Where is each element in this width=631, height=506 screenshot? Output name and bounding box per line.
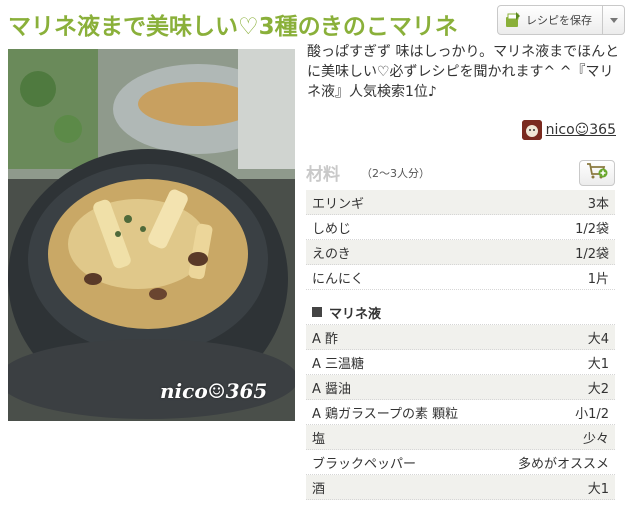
ingredient-name: 酒 [312, 481, 326, 497]
marinade-section-header: マリネ液 [306, 300, 615, 325]
ingredient-amount: 1/2袋 [575, 221, 609, 237]
ingredient-name: A 鶏ガラスープの素 顆粒 [312, 406, 459, 422]
ingredient-name: A 醤油 [312, 381, 352, 397]
main-ingredients-list: エリンギ 3本 しめじ 1/2袋 えのき 1/2袋 にんにく 1片 [306, 190, 615, 290]
ingredient-row: A 醤油 大2 [306, 375, 615, 400]
save-icon [504, 11, 522, 29]
ingredient-name: A 酢 [312, 331, 339, 347]
save-recipe-button[interactable]: レシピを保存 [498, 6, 602, 34]
ingredient-amount: 1片 [587, 271, 609, 287]
ingredient-row: 酒 大1 [306, 475, 615, 500]
ingredient-name: 塩 [312, 431, 326, 447]
author-link[interactable]: nico☺365 [521, 120, 616, 140]
ingredient-row: えのき 1/2袋 [306, 240, 615, 265]
chevron-down-icon [609, 17, 618, 23]
shopping-cart-icon [586, 162, 608, 184]
ingredient-row: A 鶏ガラスープの素 顆粒 小1/2 [306, 400, 615, 425]
author-name: nico☺365 [545, 122, 616, 138]
ingredient-amount: 大4 [587, 331, 609, 347]
ingredient-row: A 三温糖 大1 [306, 350, 615, 375]
ingredient-row: しめじ 1/2袋 [306, 215, 615, 240]
ingredient-name: しめじ [312, 221, 352, 237]
ingredients-title: 材料 [306, 165, 340, 185]
ingredient-amount: 小1/2 [575, 406, 609, 422]
ingredient-name: えのき [312, 246, 351, 262]
save-recipe-group: レシピを保存 [497, 5, 625, 35]
ingredient-amount: 大2 [587, 381, 609, 397]
serving-size: （2〜3人分） [361, 167, 430, 180]
ingredient-row: A 酢 大4 [306, 325, 615, 350]
ingredient-name: にんにく [312, 271, 364, 287]
section-title: マリネ液 [329, 306, 382, 322]
ingredient-row: 塩 少々 [306, 425, 615, 450]
ingredient-amount: 3本 [587, 196, 609, 212]
save-options-dropdown[interactable] [602, 6, 624, 34]
ingredient-amount: 大1 [587, 481, 609, 497]
avatar [521, 120, 542, 140]
ingredient-row: エリンギ 3本 [306, 190, 615, 215]
ingredient-amount: 少々 [582, 431, 609, 447]
ingredient-name: エリンギ [312, 196, 365, 212]
ingredient-row: にんにく 1片 [306, 265, 615, 290]
ingredients-header: 材料 （2〜3人分） [306, 160, 615, 188]
recipe-title: マリネ液まで美味しい♡3種のきのこマリネ [8, 14, 458, 40]
recipe-photo[interactable]: nico☺365 [8, 49, 295, 421]
ingredient-name: A 三温糖 [312, 356, 365, 372]
marinade-ingredients-list: A 酢 大4 A 三温糖 大1 A 醤油 大2 A 鶏ガラスープの素 顆粒 小1… [306, 325, 615, 500]
save-recipe-label: レシピを保存 [526, 14, 592, 27]
ingredient-name: ブラックペッパー [312, 456, 417, 472]
ingredient-amount: 1/2袋 [575, 246, 609, 262]
add-to-shopping-list-button[interactable] [579, 160, 615, 186]
recipe-description: 酸っぱすぎず 味はしっかり。マリネ液までほんとに美味しい♡必ずレシピを聞かれます… [307, 44, 620, 100]
ingredient-amount: 大1 [587, 356, 609, 372]
ingredient-row: ブラックペッパー 多めがオススメ [306, 450, 615, 475]
photo-watermark: nico☺365 [160, 379, 268, 403]
square-bullet-icon [312, 307, 322, 317]
ingredient-amount: 多めがオススメ [517, 456, 609, 472]
